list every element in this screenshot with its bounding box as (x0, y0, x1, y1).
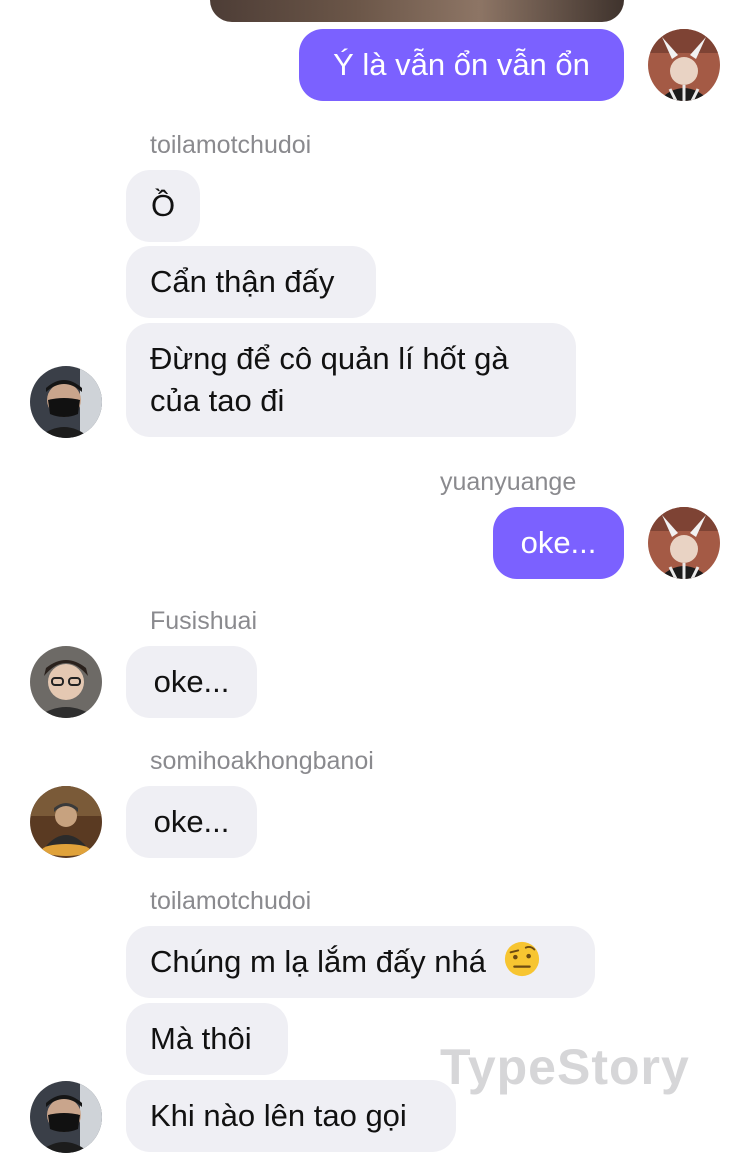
face-with-raised-eyebrow-icon (504, 941, 539, 977)
sender-name: toilamotchudoi (150, 887, 312, 915)
message-text: oke... (153, 664, 230, 699)
message-text-line-1: Đừng để cô quản lí hốt gà (150, 341, 509, 376)
message-text: Mà thôi (150, 1021, 252, 1056)
avatar-somihoakhongbanoi[interactable] (30, 786, 102, 858)
message-text: Chúng m lạ lắm đấy nhá (150, 944, 487, 979)
incoming-message[interactable]: Chúng m lạ lắm đấy nhá (126, 926, 595, 998)
sender-name: toilamotchudoi (150, 131, 312, 159)
incoming-message[interactable]: Đừng để cô quản lí hốt gà của tao đi (126, 323, 576, 437)
sender-name: somihoakhongbanoi (150, 747, 374, 775)
avatar-self[interactable] (648, 29, 720, 101)
message-text-line-2: của tao đi (150, 383, 285, 418)
avatar-self[interactable] (648, 507, 720, 579)
outgoing-message[interactable]: oke... (493, 507, 624, 579)
outgoing-message[interactable]: Ý là vẫn ổn vẫn ổn (299, 29, 624, 101)
sender-name: yuanyuange (440, 468, 577, 496)
incoming-message[interactable]: Mà thôi (126, 1003, 288, 1075)
avatar-toilamotchudoi[interactable] (30, 1081, 102, 1153)
sender-name: Fusishuai (150, 607, 257, 635)
incoming-message[interactable]: Khi nào lên tao gọi (126, 1080, 456, 1152)
incoming-message[interactable]: oke... (126, 786, 257, 858)
incoming-message[interactable]: oke... (126, 646, 257, 718)
message-text: oke... (520, 525, 597, 560)
message-text: Ồ (150, 188, 176, 223)
message-text: Ý là vẫn ổn vẫn ổn (333, 47, 590, 82)
shared-media-preview[interactable] (210, 0, 624, 22)
message-text: Khi nào lên tao gọi (150, 1098, 407, 1133)
avatar-fusishuai[interactable] (30, 646, 102, 718)
watermark-logo: TypeStory (440, 1039, 690, 1095)
message-text: Cẩn thận đấy (150, 264, 335, 299)
incoming-message[interactable]: Cẩn thận đấy (126, 246, 376, 318)
incoming-message[interactable]: Ồ (126, 170, 200, 242)
message-text: oke... (153, 804, 230, 839)
avatar-toilamotchudoi[interactable] (30, 366, 102, 438)
